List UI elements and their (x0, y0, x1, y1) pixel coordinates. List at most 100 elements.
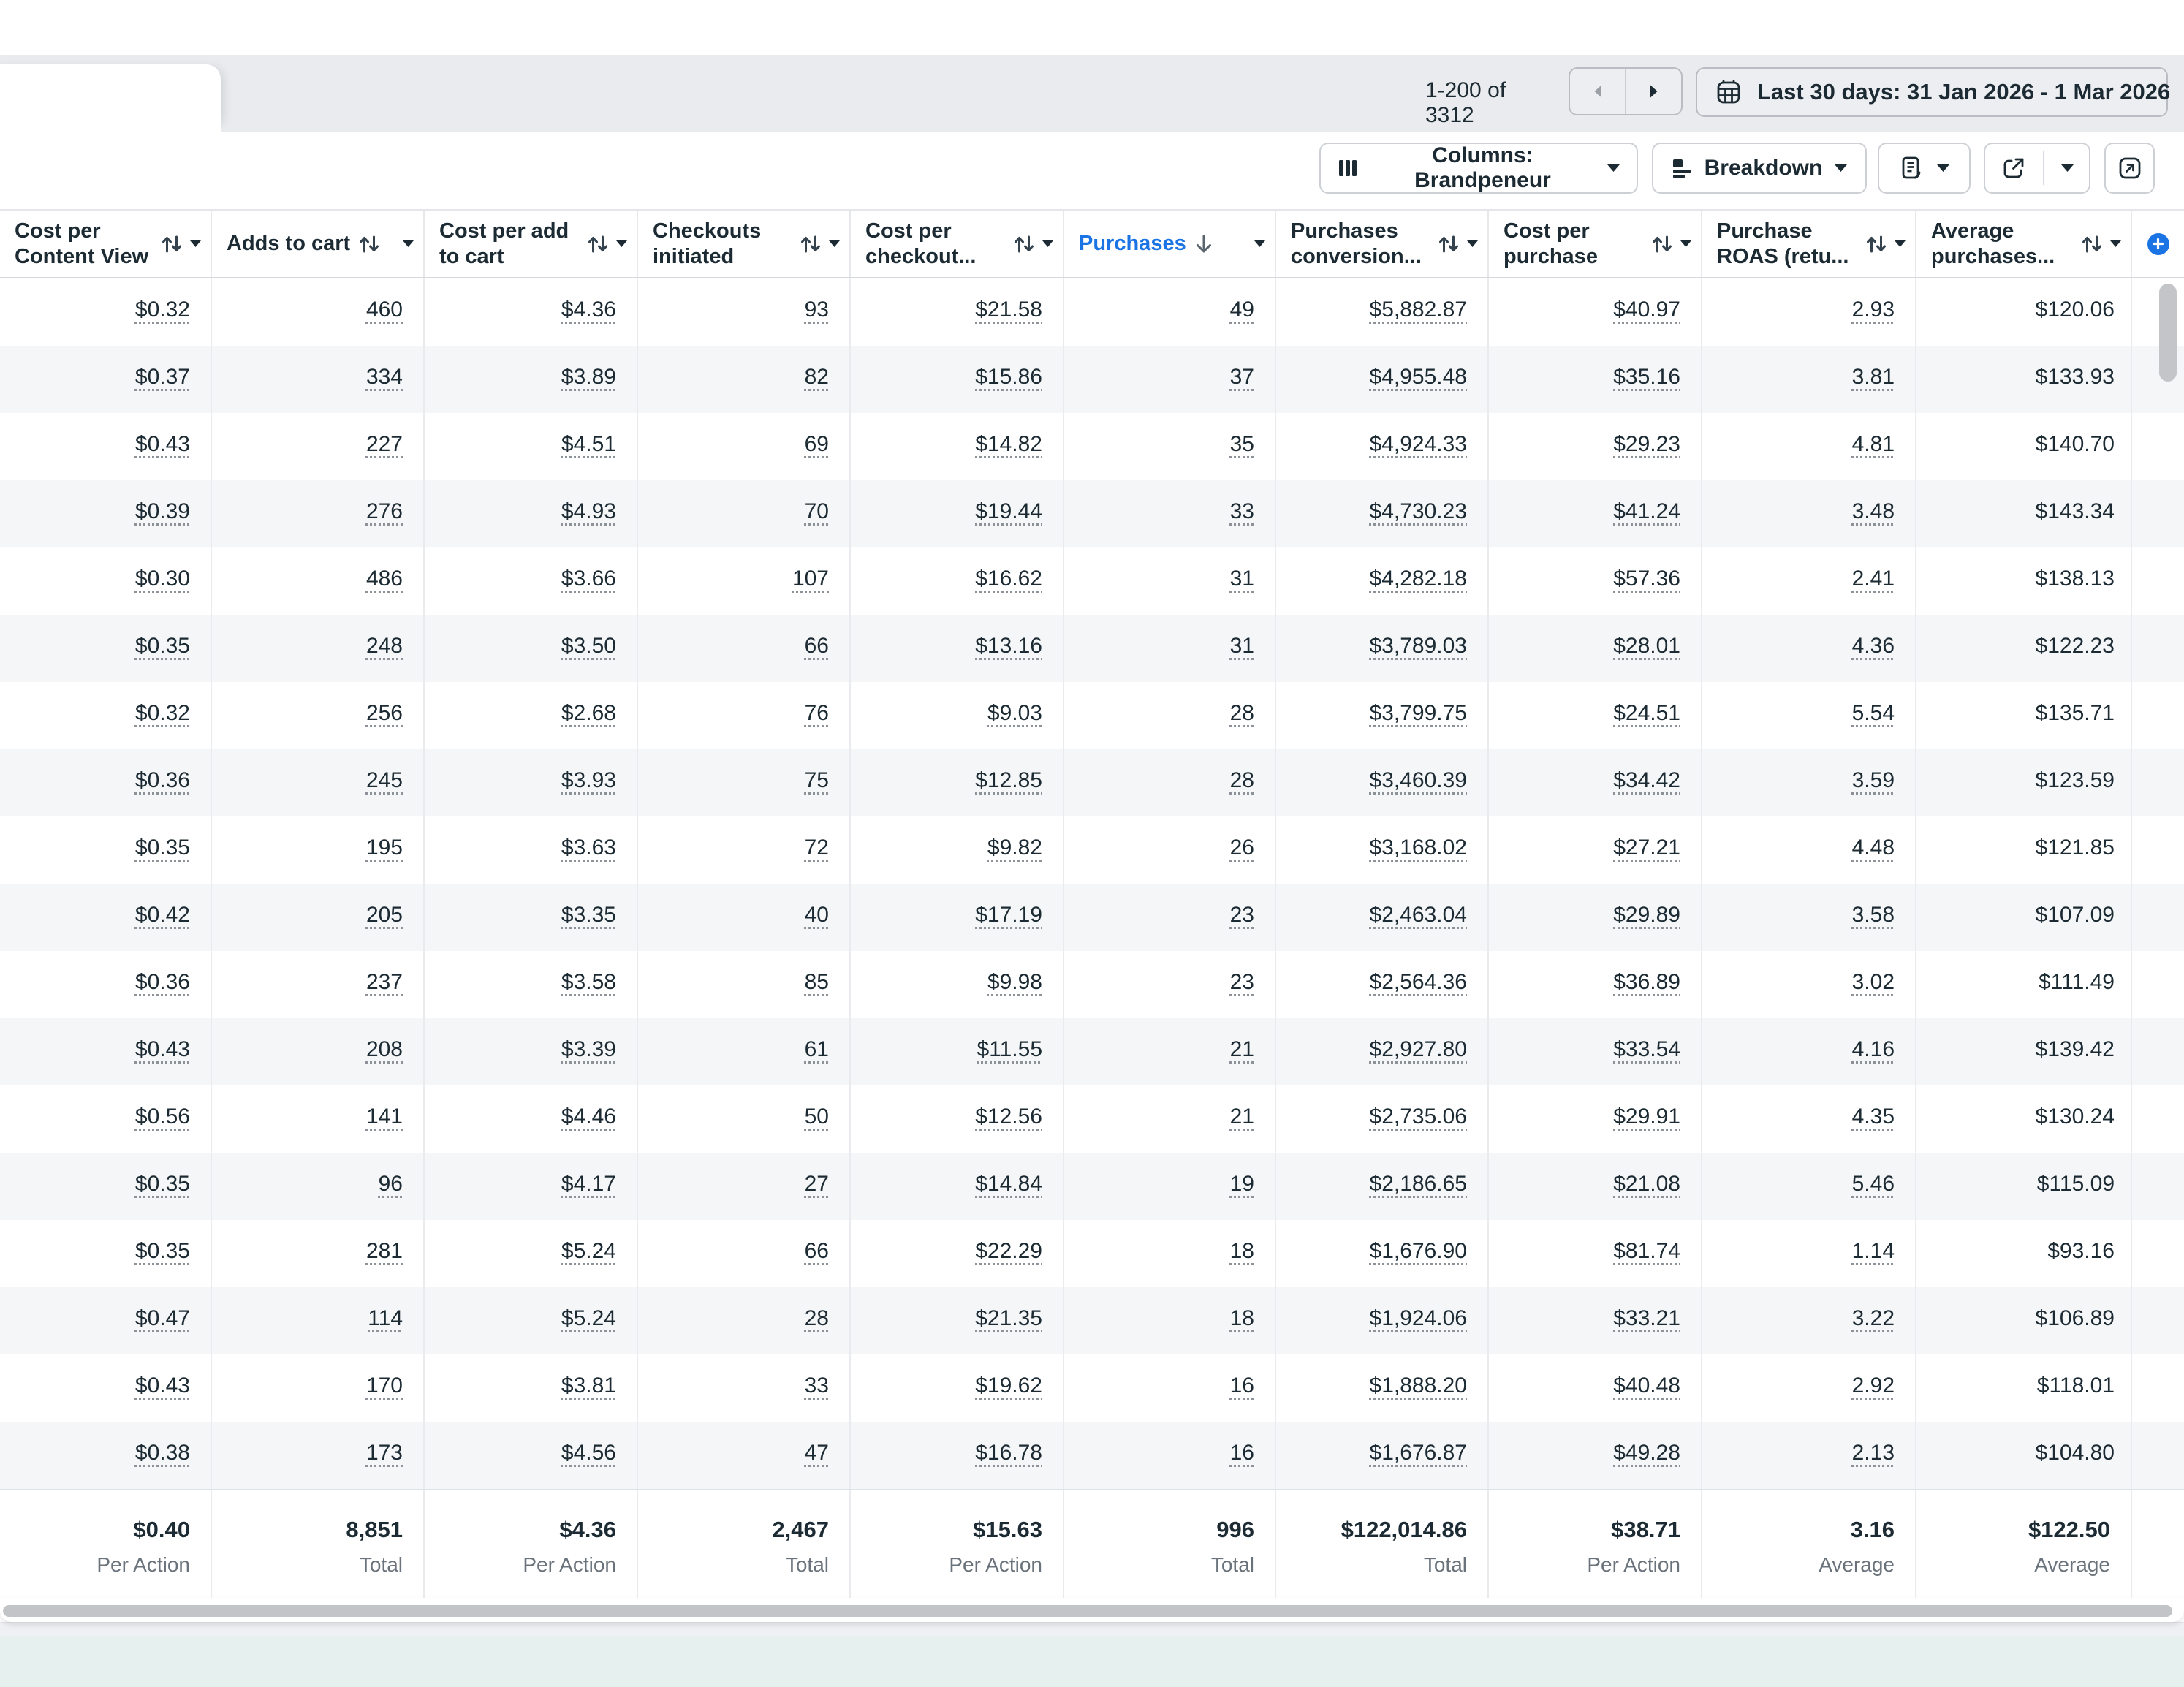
chevron-down-icon[interactable] (610, 240, 628, 248)
column-header-purchases[interactable]: Purchases (1064, 211, 1276, 277)
table-cell-purchase-roas-retu: 4.36 (1702, 615, 1916, 682)
metric-value: $27.21 (1613, 835, 1680, 860)
table-cell-purchases: 31 (1064, 615, 1276, 682)
metric-value: $3.58 (561, 970, 616, 994)
footer-cell-average-purchases: $122.50Average (1916, 1490, 2132, 1599)
column-header-cost-per-purchase[interactable]: Cost per purchase (1489, 211, 1702, 277)
metric-value: $3.39 (561, 1037, 616, 1061)
chevron-down-icon[interactable] (2104, 240, 2122, 248)
insights-section-top (0, 1636, 2184, 1687)
table-cell-average-purchases: $115.09 (1916, 1153, 2132, 1220)
date-range-button[interactable]: Last 30 days: 31 Jan 2026 - 1 Mar 2026 (1696, 67, 2168, 117)
column-header-adds-to-cart[interactable]: Adds to cart (212, 211, 425, 277)
chevron-down-icon[interactable] (183, 240, 202, 248)
next-page-button[interactable] (1625, 69, 1681, 114)
table-cell-cost-per-checkout: $22.29 (851, 1220, 1064, 1287)
footer-cell-cost-per-content-view: $0.40Per Action (0, 1490, 212, 1599)
chevron-down-icon[interactable] (1248, 240, 1266, 248)
table-row: $0.42205$3.3540$17.1923$2,463.04$29.893.… (0, 884, 2184, 951)
chevron-down-icon[interactable] (1888, 240, 1906, 248)
table-cell-cost-per-add-to-cart: $3.63 (425, 816, 638, 884)
chevron-down-icon[interactable] (1036, 240, 1054, 248)
metric-value: 227 (366, 432, 403, 456)
table-cell-adds-to-cart: 114 (212, 1287, 425, 1354)
table-cell-purchase-roas-retu: 3.48 (1702, 480, 1916, 547)
metric-value: $15.86 (975, 365, 1042, 389)
sort-up-down-icon (357, 233, 381, 255)
chevron-down-icon[interactable] (822, 240, 841, 248)
column-header-cost-per-checkout[interactable]: Cost per checkout... (851, 211, 1064, 277)
table-cell-cost-per-checkout: $9.98 (851, 951, 1064, 1018)
metric-value: $0.38 (135, 1441, 190, 1465)
horizontal-scrollbar[interactable] (3, 1605, 2172, 1617)
reports-button[interactable] (1878, 143, 1971, 194)
table-cell-cost-per-add-to-cart: $3.58 (425, 951, 638, 1018)
sort-up-down-icon (2080, 233, 2104, 255)
table-cell-purchases-conversion: $2,463.04 (1276, 884, 1489, 951)
column-header-average-purchases[interactable]: Average purchases... (1916, 211, 2132, 277)
table-cell-cost-per-add-to-cart: $3.50 (425, 615, 638, 682)
table-cell-cost-per-purchase: $27.21 (1489, 816, 1702, 884)
metric-value: $120.06 (2036, 297, 2115, 322)
columns-icon (1337, 157, 1359, 179)
table-cell-purchases-conversion: $2,735.06 (1276, 1085, 1489, 1153)
table-cell-average-purchases: $120.06 (1916, 278, 2132, 346)
column-header-checkouts-initiated[interactable]: Checkouts initiated (638, 211, 851, 277)
chevron-down-icon[interactable] (1460, 240, 1479, 248)
export-button[interactable] (1984, 143, 2090, 194)
ads-manager-metrics-page: 1-200 of 3312 Last 30 days: 31 Jan 2026 … (0, 0, 2184, 1687)
table-cell-checkouts-initiated: 50 (638, 1085, 851, 1153)
expand-button[interactable] (2104, 143, 2155, 194)
metric-value: $0.43 (135, 1037, 190, 1061)
columns-button[interactable]: Columns: Brandpeneur (1319, 143, 1638, 194)
chevron-down-icon[interactable] (396, 240, 414, 248)
metric-value: $0.37 (135, 365, 190, 389)
table-cell-cost-per-purchase: $49.28 (1489, 1422, 1702, 1489)
table-cell-cost-per-content-view: $0.56 (0, 1085, 212, 1153)
pagination-range-label: 1-200 of 3312 (1425, 78, 1558, 128)
metric-value: $49.28 (1613, 1441, 1680, 1465)
column-header-cost-per-add-to-cart[interactable]: Cost per add to cart (425, 211, 638, 277)
metric-value: $0.35 (135, 634, 190, 658)
chevron-down-icon[interactable] (1674, 240, 1692, 248)
column-header-purchases-conversion[interactable]: Purchases conversion... (1276, 211, 1489, 277)
metric-value: 40 (805, 903, 829, 927)
metric-value: $0.30 (135, 566, 190, 591)
table-cell-adds-to-cart: 245 (212, 749, 425, 816)
table-cell-purchase-roas-retu: 4.16 (1702, 1018, 1916, 1085)
metric-value: $123.59 (2036, 768, 2115, 792)
metric-value: 28 (1230, 768, 1254, 792)
table-row: $0.47114$5.2428$21.3518$1,924.06$33.213.… (0, 1287, 2184, 1354)
metric-value: $1,676.87 (1370, 1441, 1467, 1465)
metric-value: 195 (366, 835, 403, 860)
metric-value: 5.46 (1852, 1172, 1895, 1196)
column-header-cost-per-content-view[interactable]: Cost per Content View (0, 211, 212, 277)
table-cell-purchases: 28 (1064, 749, 1276, 816)
table-cell-adds-to-cart: 486 (212, 547, 425, 615)
table-header-row: Cost per Content View Adds to cart Cost pe… (0, 209, 2184, 278)
vertical-scrollbar[interactable] (2159, 284, 2177, 382)
metric-value: 37 (1230, 365, 1254, 389)
column-header-label: Adds to cart (227, 231, 350, 257)
metric-value: $4.46 (561, 1104, 616, 1129)
breakdown-button[interactable]: Breakdown (1652, 143, 1867, 194)
column-header-purchase-roas-retu[interactable]: Purchase ROAS (retu... (1702, 211, 1916, 277)
metric-value: $93.16 (2047, 1239, 2115, 1263)
previous-page-button[interactable] (1570, 69, 1625, 114)
table-cell-checkouts-initiated: 107 (638, 547, 851, 615)
metric-value: $0.43 (135, 1373, 190, 1398)
gutter-cell (2132, 749, 2184, 816)
table-cell-purchase-roas-retu: 4.35 (1702, 1085, 1916, 1153)
table-cell-cost-per-add-to-cart: $3.81 (425, 1354, 638, 1422)
triangle-right-icon (1648, 83, 1660, 99)
add-column-button[interactable] (2147, 233, 2169, 255)
metric-value: $14.82 (975, 432, 1042, 456)
active-tab[interactable] (0, 64, 221, 132)
table-cell-adds-to-cart: 170 (212, 1354, 425, 1422)
metric-value: 33 (1230, 499, 1254, 523)
table-cell-purchases-conversion: $4,924.33 (1276, 413, 1489, 480)
sort-up-down-icon (586, 233, 610, 255)
metric-value: $29.23 (1613, 432, 1680, 456)
metric-value: 31 (1230, 634, 1254, 658)
metric-value: $28.01 (1613, 634, 1680, 658)
